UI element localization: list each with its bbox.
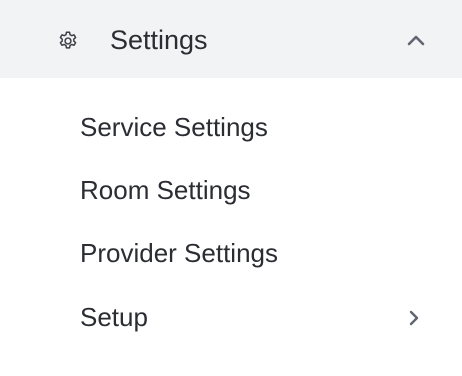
settings-menu: Settings Service Settings Room Settings … bbox=[0, 0, 462, 376]
submenu-item-service-settings[interactable]: Service Settings bbox=[0, 100, 462, 154]
settings-menu-title: Settings bbox=[110, 25, 208, 55]
submenu-item-room-settings[interactable]: Room Settings bbox=[0, 163, 462, 217]
submenu-item-provider-settings[interactable]: Provider Settings bbox=[0, 226, 462, 280]
submenu-item-setup[interactable]: Setup bbox=[0, 290, 462, 344]
gear-icon bbox=[59, 31, 77, 49]
submenu-item-label: Provider Settings bbox=[80, 238, 278, 268]
submenu-item-label: Room Settings bbox=[80, 175, 251, 205]
chevron-right-icon[interactable] bbox=[406, 308, 422, 328]
submenu-item-label: Setup bbox=[80, 302, 148, 332]
chevron-up-icon[interactable] bbox=[405, 31, 427, 49]
submenu-item-label: Service Settings bbox=[80, 112, 268, 142]
settings-menu-header[interactable]: Settings bbox=[0, 0, 462, 78]
